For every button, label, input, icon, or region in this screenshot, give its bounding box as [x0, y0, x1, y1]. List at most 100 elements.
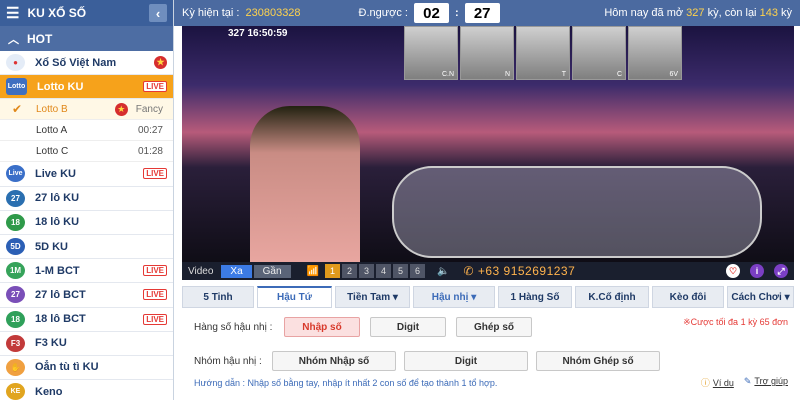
wifi-icon: 📶	[306, 265, 319, 277]
sidebar-item-5d-ku[interactable]: 5D 5D KU	[0, 235, 173, 260]
sidebar-item-27-lo-ku[interactable]: 27 27 lô KU	[0, 187, 173, 211]
combine-button[interactable]: Ghép số	[456, 317, 532, 337]
today-suffix: kỳ	[781, 7, 792, 19]
27-icon: 27	[6, 286, 25, 304]
fullscreen-icon[interactable]: ⤢	[774, 264, 788, 278]
keno-icon: KE	[6, 383, 25, 400]
period-label: Kỳ hiện tại :	[182, 7, 240, 19]
tab-1-hang-so[interactable]: 1 Hàng Số	[498, 286, 572, 308]
lotto-icon: Lotto	[6, 78, 27, 96]
countdown-time: 01:28	[137, 145, 163, 157]
row2-label: Nhóm hậu nhị :	[194, 355, 262, 367]
volume-icon[interactable]: 🔈	[437, 266, 449, 277]
info-circle-icon: ⓘ	[700, 378, 710, 388]
tab-hau-nhi[interactable]: Hậu nhị ▾	[413, 286, 495, 308]
phone-number: ✆ +63 9152691237	[463, 264, 576, 278]
sidebar-item-xo-so-viet-nam[interactable]: ● Xổ Số Việt Nam ★	[0, 51, 173, 76]
info-icon[interactable]: i	[750, 264, 764, 278]
sidebar-item-lotto-ku[interactable]: Lotto Lotto KU LIVE	[0, 75, 173, 100]
tab-hau-tu[interactable]: Hậu Tứ	[257, 286, 332, 308]
sidebar-item-live-ku[interactable]: Live Live KU LIVE	[0, 162, 173, 187]
countdown-label: Đ.ngược :	[358, 7, 408, 19]
drum-camera: C.N	[404, 26, 458, 80]
sidebar-item-18-lo-bct[interactable]: 18 18 lô BCT LIVE	[0, 308, 173, 332]
tab-cach-choi[interactable]: Cách Chơi ▾	[727, 286, 794, 308]
sidebar-item-18-lo-ku[interactable]: 18 18 lô KU	[0, 211, 173, 235]
chevron-up-icon: ︿	[8, 33, 19, 46]
example-link[interactable]: ⓘ Ví dụ	[701, 376, 734, 389]
live-badge: LIVE	[143, 313, 167, 325]
help-links: ⓘ Ví dụ ✎ Trợ giúp	[701, 376, 788, 389]
drum-camera: 6V	[628, 26, 682, 80]
sidebar-item-label: Keno	[35, 385, 63, 398]
tab-tien-tam[interactable]: Tiền Tam ▾	[335, 286, 410, 308]
today-prefix: Hôm nay đã mở	[604, 7, 684, 19]
example-label: Ví dụ	[712, 378, 734, 388]
fancy-label: Fancy	[135, 103, 163, 115]
live-badge: LIVE	[143, 265, 167, 277]
hot-section-header[interactable]: ︿ HOT	[0, 26, 173, 51]
view-near-button[interactable]: Gần	[253, 264, 291, 278]
help-link[interactable]: ✎ Trợ giúp	[744, 376, 788, 389]
sidebar-item-1m-bct[interactable]: 1M 1-M BCT LIVE	[0, 259, 173, 284]
manual-input-button[interactable]: Nhập số	[284, 317, 360, 337]
digit-button[interactable]: Digit	[370, 317, 446, 337]
remaining-count: 143	[759, 7, 778, 19]
tab-5-tinh[interactable]: 5 Tinh	[182, 286, 254, 308]
collapse-icon[interactable]: ‹	[149, 4, 167, 22]
live-badge: LIVE	[143, 81, 167, 93]
sidebar-item-label: 27 lô KU	[35, 192, 80, 205]
drum-camera: C	[572, 26, 626, 80]
quality-5-button[interactable]: 5	[393, 264, 408, 278]
video-timestamp: 327 16:50:59	[228, 28, 288, 39]
sidebar-header: ☰ KU XỔ SỐ ‹	[0, 0, 173, 26]
group-combine-button[interactable]: Nhóm Ghép số	[536, 351, 660, 371]
tab-keo-doi[interactable]: Kèo đôi	[652, 286, 724, 308]
help-icon: ✎	[743, 376, 752, 386]
chat-icon[interactable]: ♡	[726, 264, 740, 278]
quality-1-button[interactable]: 1	[325, 264, 340, 278]
sidebar-title: KU XỔ SỐ	[27, 6, 87, 20]
sidebar-item-label: 18 lô KU	[35, 216, 80, 229]
hand-icon: ✋	[6, 358, 25, 376]
period-value: 230803328	[245, 7, 301, 19]
sidebar-item-label: Oẳn tù tì KU	[35, 361, 99, 374]
lottery-balls-icon: ●	[6, 54, 25, 72]
row-nhom: Nhóm hậu nhị : Nhóm Nhập số Digit Nhóm G…	[194, 351, 660, 371]
group-manual-input-button[interactable]: Nhóm Nhập số	[272, 351, 396, 371]
hot-label: HOT	[27, 31, 53, 46]
quality-4-button[interactable]: 4	[376, 264, 391, 278]
quality-2-button[interactable]: 2	[342, 264, 357, 278]
sidebar-item-27-lo-bct[interactable]: 27 27 lô BCT LIVE	[0, 283, 173, 308]
27-icon: 27	[6, 189, 25, 207]
sidebar-item-f3-ku[interactable]: F3 F3 KU	[0, 332, 173, 356]
sidebar-item-label: 27 lô BCT	[35, 288, 86, 301]
view-far-button[interactable]: Xa	[221, 264, 252, 278]
sub-item-lotto-b[interactable]: ✔ Lotto B ★ Fancy	[0, 99, 173, 121]
row-hang-so: Hàng số hậu nhị : Nhập số Digit Ghép số	[194, 317, 532, 337]
drum-label: C.N	[441, 71, 454, 78]
row1-label: Hàng số hậu nhị :	[194, 321, 273, 333]
quality-6-button[interactable]: 6	[410, 264, 425, 278]
video-label: Video	[188, 265, 214, 277]
sidebar-item-label: 1-M BCT	[35, 264, 80, 277]
5d-icon: 5D	[6, 238, 25, 256]
drum-label: C	[616, 71, 622, 78]
star-icon: ★	[114, 102, 128, 116]
f3-icon: F3	[6, 334, 25, 352]
sidebar-item-oan-tu-ti-ku[interactable]: ✋ Oẳn tù tì KU	[0, 356, 173, 381]
sub-item-lotto-a[interactable]: Lotto A 00:27	[0, 120, 173, 142]
sub-item-lotto-c[interactable]: Lotto C 01:28	[0, 141, 173, 163]
tab-k-co-dinh[interactable]: K.Cố định	[575, 286, 649, 308]
sidebar-item-keno[interactable]: KE Keno	[0, 380, 173, 400]
sidebar-item-label: F3 KU	[35, 337, 67, 350]
menu-icon[interactable]: ☰	[6, 4, 19, 22]
drum-label: 6V	[669, 71, 678, 78]
sub-item-label: Lotto A	[36, 124, 68, 136]
bet-type-tabs: 5 Tinh Hậu Tứ Tiền Tam ▾ Hậu nhị ▾ 1 Hàn…	[182, 286, 794, 310]
live-video-stream[interactable]: 327 16:50:59 C.N N T C 6V	[182, 26, 794, 262]
group-digit-button[interactable]: Digit	[404, 351, 528, 371]
video-right-icons: ♡ i ⤢	[726, 264, 788, 278]
sub-item-label: Lotto C	[36, 145, 69, 157]
quality-3-button[interactable]: 3	[359, 264, 374, 278]
